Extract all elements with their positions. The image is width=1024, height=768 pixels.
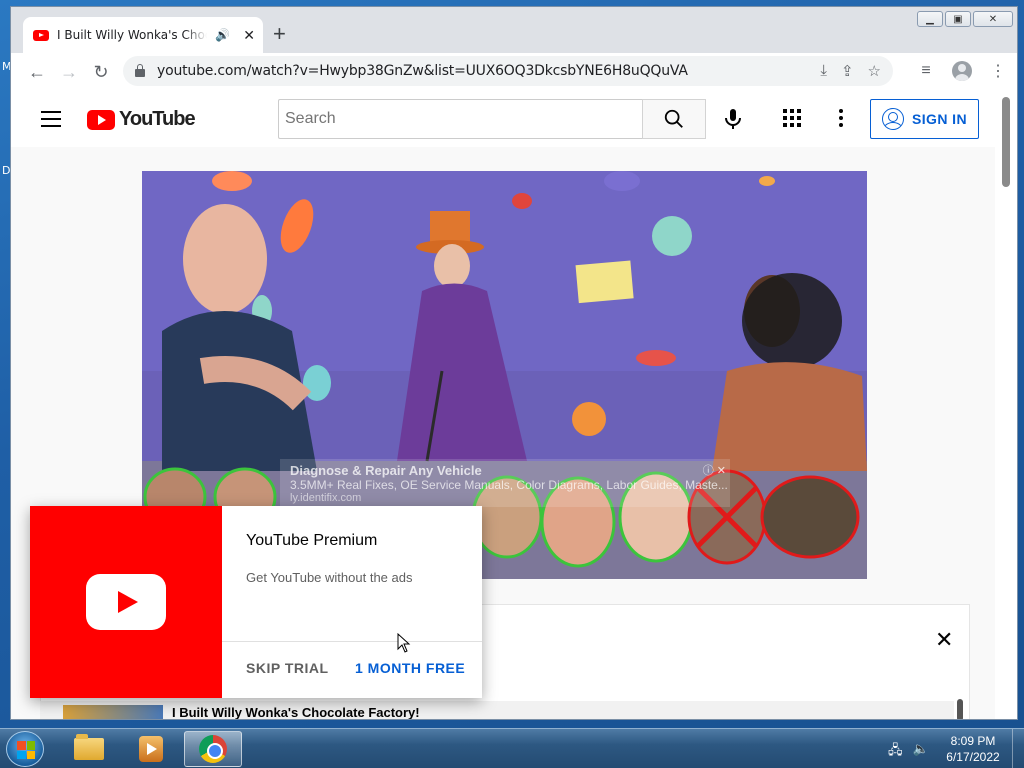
ad-url[interactable]: ly.identifix.com: [290, 492, 720, 504]
promo-divider: [222, 641, 482, 642]
speaker-icon[interactable]: 🔊: [215, 28, 230, 42]
tab-youtube[interactable]: I Built Willy Wonka's Chocolate Factory!…: [23, 17, 263, 53]
share-icon[interactable]: ⇪: [841, 62, 854, 80]
ad-title[interactable]: Diagnose & Repair Any Vehicle: [290, 463, 720, 478]
tab-close-icon[interactable]: ✕: [243, 27, 255, 44]
network-icon[interactable]: 🖧: [888, 741, 903, 763]
youtube-header: YouTube SIGN IN: [11, 91, 997, 147]
clock-time: 8:09 PM: [950, 734, 996, 748]
system-tray: 🖧 🔈: [888, 741, 929, 763]
chrome-icon: [199, 735, 227, 763]
youtube-favicon-icon: [33, 29, 49, 41]
taskbar-chrome[interactable]: [184, 731, 242, 767]
youtube-logo[interactable]: YouTube: [87, 108, 196, 131]
media-controls-icon[interactable]: ≡: [911, 56, 941, 86]
close-window-button[interactable]: ✕: [973, 11, 1013, 27]
sign-in-label: SIGN IN: [912, 111, 967, 127]
search-input[interactable]: [278, 99, 642, 139]
url-text[interactable]: youtube.com/watch?v=Hwybp38GnZw&list=UUX…: [157, 63, 688, 79]
address-bar[interactable]: youtube.com/watch?v=Hwybp38GnZw&list=UUX…: [123, 56, 893, 86]
ad-close-icon[interactable]: ⓘ ✕: [703, 462, 726, 478]
promo-subtitle: Get YouTube without the ads: [246, 570, 413, 585]
minimize-button[interactable]: ▁: [917, 11, 943, 27]
taskbar-media-player[interactable]: [122, 731, 180, 767]
apps-grid-icon[interactable]: [783, 109, 801, 127]
playlist-scrollbar[interactable]: [957, 699, 963, 719]
premium-promo-dialog: YouTube Premium Get YouTube without the …: [30, 506, 482, 698]
windows-logo-icon: [17, 741, 35, 759]
playlist-item-title[interactable]: I Built Willy Wonka's Chocolate Factory!: [172, 705, 420, 719]
browser-toolbar: ← → ↻ youtube.com/watch?v=Hwybp38GnZw&li…: [11, 53, 1017, 91]
media-player-icon: [139, 736, 163, 762]
show-desktop-button[interactable]: [1012, 729, 1024, 768]
start-button[interactable]: [6, 731, 44, 767]
page-scrollbar[interactable]: [995, 91, 1017, 719]
one-month-free-button[interactable]: 1 MONTH FREE: [355, 660, 465, 676]
settings-menu-icon[interactable]: [839, 109, 843, 127]
taskbar-clock[interactable]: 8:09 PM 6/17/2022: [940, 733, 1006, 765]
profile-button[interactable]: [947, 56, 977, 86]
sign-in-button[interactable]: SIGN IN: [870, 99, 979, 139]
youtube-logo-text: YouTube: [119, 108, 196, 130]
youtube-play-icon: [86, 574, 166, 630]
window-controls: ▁ ▣ ✕: [917, 11, 1013, 27]
ad-description: 3.5MM+ Real Fixes, OE Service Manuals, C…: [290, 478, 728, 492]
video-ad-overlay[interactable]: Diagnose & Repair Any Vehicle 3.5MM+ Rea…: [280, 459, 730, 507]
tab-title: I Built Willy Wonka's Chocolate Factory!: [57, 28, 207, 42]
promo-artwork: [30, 506, 222, 698]
mouse-cursor-icon: [397, 633, 411, 653]
folder-icon: [74, 734, 104, 760]
profile-avatar-icon: [952, 61, 972, 81]
youtube-play-logo-icon: [87, 109, 115, 130]
taskbar-explorer[interactable]: [60, 731, 118, 767]
browser-menu-icon[interactable]: ⋮: [983, 56, 1013, 86]
clock-date: 6/17/2022: [946, 750, 1000, 764]
maximize-button[interactable]: ▣: [945, 11, 971, 27]
windows-taskbar: 🖧 🔈 8:09 PM 6/17/2022: [0, 728, 1024, 768]
reload-icon[interactable]: ↻: [85, 56, 117, 88]
playlist-thumbnail[interactable]: [63, 705, 163, 719]
search-button[interactable]: [642, 99, 706, 139]
volume-icon[interactable]: 🔈: [913, 741, 929, 763]
skip-trial-button[interactable]: SKIP TRIAL: [246, 660, 329, 676]
install-icon[interactable]: ⤓: [820, 62, 827, 80]
voice-search-button[interactable]: [717, 103, 749, 135]
bookmark-star-icon[interactable]: ☆: [868, 62, 881, 80]
hamburger-menu-icon[interactable]: [41, 111, 61, 127]
back-arrow-icon[interactable]: ←: [21, 56, 53, 88]
tab-strip: I Built Willy Wonka's Chocolate Factory!…: [11, 7, 1017, 53]
microphone-icon: [725, 109, 741, 129]
account-icon: [882, 108, 905, 130]
lock-icon[interactable]: [135, 64, 145, 77]
search-icon: [664, 109, 683, 128]
forward-arrow-icon[interactable]: →: [53, 56, 85, 88]
scrollbar-thumb[interactable]: [1002, 97, 1010, 187]
close-icon[interactable]: ✕: [935, 627, 953, 653]
promo-title: YouTube Premium: [246, 532, 378, 549]
new-tab-button[interactable]: +: [273, 23, 286, 45]
